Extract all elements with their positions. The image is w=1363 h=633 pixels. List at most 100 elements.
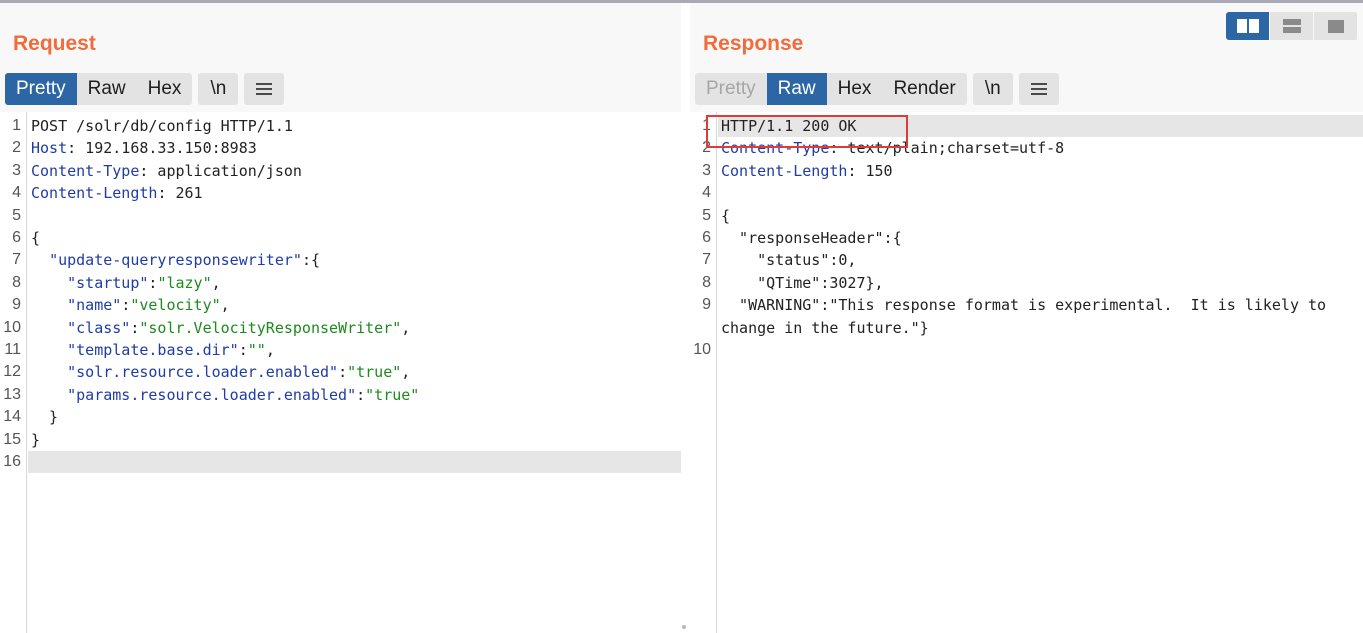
request-view-tabs: Pretty Raw Hex bbox=[5, 73, 193, 105]
line-number: 2 bbox=[12, 139, 21, 157]
line-number: 6 bbox=[12, 229, 21, 246]
json-key: "startup" bbox=[67, 273, 149, 292]
code-text: : bbox=[338, 363, 348, 382]
line-number: 5 bbox=[702, 206, 711, 224]
code-text: :{ bbox=[301, 251, 320, 270]
layout-toggle bbox=[1226, 12, 1358, 40]
line-text: "responseHeader":{ bbox=[721, 227, 902, 249]
code-text: , bbox=[401, 363, 411, 382]
request-tab-hex[interactable]: Hex bbox=[136, 73, 193, 105]
single-pane-icon[interactable] bbox=[1314, 12, 1357, 40]
response-code-line: 3 Content-Length: 150 bbox=[690, 160, 1363, 182]
response-code-line: 7 "status":0, bbox=[690, 249, 1363, 271]
request-tab-raw[interactable]: Raw bbox=[76, 73, 137, 105]
line-text: } bbox=[31, 429, 40, 451]
json-string: "" bbox=[247, 341, 266, 359]
request-code-line: 6{ bbox=[0, 227, 681, 249]
line-text: "QTime":3027}, bbox=[721, 272, 883, 294]
header-name: Content-Length bbox=[31, 184, 158, 203]
code-text: : bbox=[238, 341, 248, 359]
line-number: 10 bbox=[693, 341, 711, 358]
code-text: { bbox=[721, 206, 731, 225]
request-code-line: 11 "template.base.dir":"", bbox=[0, 339, 681, 361]
line-number: 13 bbox=[3, 385, 21, 403]
code-text: , bbox=[401, 318, 411, 337]
request-code-line: 10 "class":"solr.VelocityResponseWriter"… bbox=[0, 317, 681, 339]
request-code-line: 3 Content-Type: application/json bbox=[0, 160, 681, 182]
json-string: "lazy" bbox=[157, 273, 212, 292]
json-key: "solr.resource.loader.enabled" bbox=[67, 363, 339, 382]
request-pane: Request Pretty Raw Hex \n 1 POST /solr/db/c… bbox=[0, 3, 681, 633]
response-code-line: 9 "WARNING":"This response format is exp… bbox=[690, 294, 1363, 316]
line-text: Host: 192.168.33.150:8983 bbox=[31, 137, 257, 159]
request-newline-toggle[interactable]: \n bbox=[198, 73, 239, 105]
hamburger-icon bbox=[256, 83, 273, 95]
code-text: } bbox=[31, 430, 41, 449]
line-text: { bbox=[721, 205, 730, 227]
pane-splitter[interactable] bbox=[681, 3, 690, 633]
line-number: 4 bbox=[12, 184, 21, 202]
json-key: "template.base.dir" bbox=[67, 341, 239, 359]
line-number: 8 bbox=[702, 273, 711, 291]
request-tab-pretty[interactable]: Pretty bbox=[5, 73, 77, 105]
line-number: 5 bbox=[12, 206, 21, 224]
stacked-icon[interactable] bbox=[1270, 12, 1313, 40]
code-text: : application/json bbox=[139, 161, 302, 180]
line-text: Content-Length: 261 bbox=[31, 182, 203, 204]
response-code-line: change in the future."} bbox=[690, 317, 1363, 339]
line-text: "solr.resource.loader.enabled":"true", bbox=[31, 361, 410, 383]
code-text: : bbox=[356, 385, 366, 404]
side-by-side-icon[interactable] bbox=[1226, 12, 1269, 40]
code-text: : 261 bbox=[157, 184, 203, 203]
line-number: 15 bbox=[3, 430, 21, 448]
json-string: "velocity" bbox=[130, 296, 221, 315]
header-name: Content-Type bbox=[31, 161, 140, 180]
request-editor[interactable]: 1 POST /solr/db/config HTTP/1.1 2 Host: 192… bbox=[0, 112, 681, 633]
response-tab-render[interactable]: Render bbox=[882, 73, 967, 105]
json-key: "class" bbox=[67, 318, 131, 337]
request-menu-button[interactable] bbox=[244, 73, 285, 105]
code-text: POST /solr/db/config HTTP/1.1 bbox=[31, 117, 293, 135]
line-text: POST /solr/db/config HTTP/1.1 bbox=[31, 115, 293, 137]
line-text: Content-Length: 150 bbox=[721, 160, 893, 182]
line-number: 16 bbox=[3, 453, 21, 470]
code-text: { bbox=[31, 229, 41, 247]
line-number: 9 bbox=[702, 296, 711, 314]
request-code-line: 12 "solr.resource.loader.enabled":"true"… bbox=[0, 361, 681, 383]
request-tabbar: Pretty Raw Hex \n bbox=[5, 73, 290, 105]
line-number: 3 bbox=[12, 161, 21, 179]
line-number: 12 bbox=[3, 363, 21, 381]
line-number: 11 bbox=[4, 341, 21, 358]
line-text: "class":"solr.VelocityResponseWriter", bbox=[31, 317, 410, 339]
response-title: Response bbox=[703, 32, 804, 55]
response-editor[interactable]: 1 HTTP/1.1 200 OK 2 Content-Type: text/plai… bbox=[690, 112, 1363, 633]
splitter-grip-icon[interactable] bbox=[682, 625, 686, 629]
request-code-line: 7 "update-queryresponsewriter":{ bbox=[0, 249, 681, 271]
response-tab-hex[interactable]: Hex bbox=[826, 73, 883, 105]
line-text: Content-Type: application/json bbox=[31, 160, 302, 182]
code-text: "status":0, bbox=[721, 251, 857, 270]
line-text: } bbox=[31, 406, 58, 428]
line-number: 8 bbox=[12, 273, 21, 291]
line-number: 4 bbox=[702, 184, 711, 202]
line-text: "name":"velocity", bbox=[31, 294, 230, 316]
line-number: 9 bbox=[12, 296, 21, 314]
line-number: 14 bbox=[3, 408, 21, 426]
json-string: "true" bbox=[365, 385, 420, 404]
line-text: "status":0, bbox=[721, 249, 856, 271]
response-tab-raw[interactable]: Raw bbox=[766, 73, 827, 105]
response-newline-toggle[interactable]: \n bbox=[972, 73, 1013, 105]
response-code-line: 6 "responseHeader":{ bbox=[690, 227, 1363, 249]
line-text: change in the future."} bbox=[721, 317, 929, 339]
request-code-line: 16 bbox=[0, 451, 681, 473]
request-code-line: 14 } bbox=[0, 406, 681, 428]
response-menu-button[interactable] bbox=[1018, 73, 1059, 105]
request-code-line: 8 "startup":"lazy", bbox=[0, 272, 681, 294]
json-string: "solr.VelocityResponseWriter" bbox=[139, 318, 402, 337]
